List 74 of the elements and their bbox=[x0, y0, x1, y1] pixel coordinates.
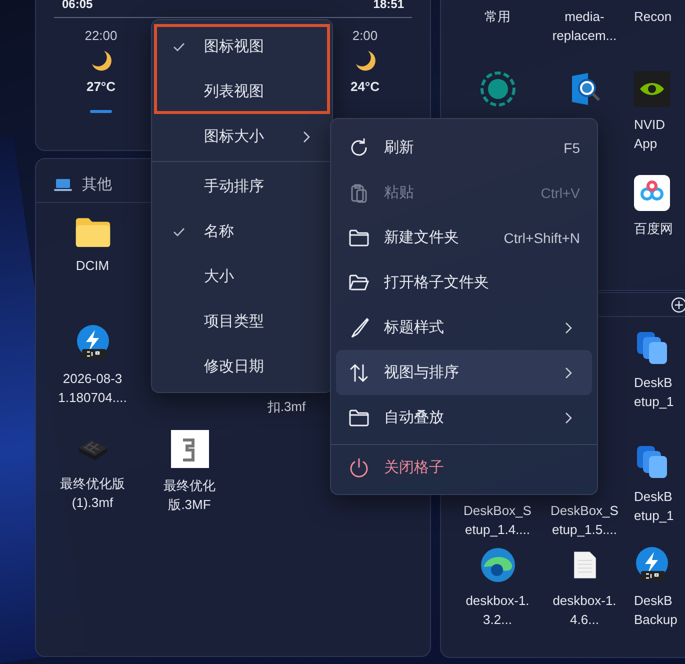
menu-item[interactable]: 打开格子文件夹 bbox=[336, 260, 592, 305]
item-label: 2026-08-3 bbox=[62, 370, 122, 388]
item-label: DeskBox_S bbox=[550, 502, 618, 520]
menu-item[interactable]: 关闭格子 bbox=[331, 444, 597, 490]
menu-item[interactable]: 视图与排序 bbox=[336, 350, 592, 395]
item-label: deskbox-1. bbox=[552, 592, 616, 610]
hour-time: 22:00 bbox=[84, 28, 118, 43]
check-icon bbox=[173, 42, 185, 52]
check-icon bbox=[173, 226, 185, 236]
moon-icon bbox=[353, 49, 377, 73]
menu-item[interactable]: 刷新 F5 bbox=[336, 125, 592, 170]
item-label: NVID bbox=[634, 116, 666, 134]
menu-item[interactable]: 自动叠放 bbox=[336, 395, 592, 440]
shortcut-text: Ctrl+Shift+N bbox=[504, 230, 580, 246]
menu-item[interactable]: 修改日期 bbox=[154, 344, 330, 389]
hour-temperature: 27°C bbox=[86, 79, 116, 94]
menu-item[interactable]: 手动排序 bbox=[154, 164, 330, 209]
item-label: etup_1.5.... bbox=[552, 521, 618, 539]
item-label: deskbox-1. bbox=[466, 592, 530, 610]
stacked-cards-icon[interactable] bbox=[634, 329, 670, 365]
dotted-circle-icon[interactable] bbox=[480, 71, 516, 107]
moon-icon bbox=[89, 49, 113, 73]
item-label: 常用 bbox=[484, 8, 510, 26]
item-label: 百度网 bbox=[634, 220, 673, 238]
sort-icon bbox=[348, 362, 370, 384]
cloud-icon[interactable] bbox=[634, 175, 670, 211]
chevron-icon bbox=[564, 412, 572, 424]
item-label: 1.180704.... bbox=[58, 389, 127, 407]
folder-icon[interactable] bbox=[74, 217, 110, 248]
power-icon bbox=[348, 456, 370, 478]
item-label: 3.2... bbox=[483, 611, 512, 629]
chevron-icon bbox=[564, 366, 572, 378]
hour-temperature: 24°C bbox=[350, 79, 380, 94]
menu-item[interactable]: 大小 bbox=[154, 254, 330, 299]
item-label: replacem... bbox=[552, 27, 617, 45]
menu-item[interactable]: 新建文件夹 Ctrl+Shift+N bbox=[336, 215, 592, 260]
menu-item[interactable]: 名称 bbox=[154, 209, 330, 254]
item-label: (1).3mf bbox=[72, 494, 114, 512]
hour-time: 2:00 bbox=[352, 28, 378, 43]
item-label: 4.6... bbox=[570, 611, 599, 629]
zip-file-icon[interactable] bbox=[74, 325, 110, 361]
item-label: DeskBox_S bbox=[464, 502, 532, 520]
box-tab[interactable]: 其他 bbox=[44, 167, 122, 202]
item-label: etup_1.4.... bbox=[464, 521, 530, 539]
menu-item[interactable]: 图标视图 bbox=[154, 24, 330, 69]
laptop-icon bbox=[54, 178, 72, 192]
menu-item[interactable]: 列表视图 bbox=[154, 69, 330, 114]
stacked-cards-icon[interactable] bbox=[634, 443, 670, 479]
item-label: 最终优化版 bbox=[60, 475, 125, 493]
menu-item[interactable]: 项目类型 bbox=[154, 299, 330, 344]
shortcut-text: Ctrl+V bbox=[540, 184, 580, 200]
item-label: etup_1 bbox=[634, 393, 674, 411]
item-label: DeskB bbox=[634, 374, 672, 392]
menu-item[interactable]: 标题样式 bbox=[336, 305, 592, 350]
chevron-icon bbox=[302, 130, 310, 142]
item-label: Backup bbox=[634, 611, 678, 629]
item-label: App bbox=[634, 135, 658, 153]
item-label: media- bbox=[564, 8, 604, 26]
chevron-icon bbox=[564, 322, 572, 334]
add-icon[interactable] bbox=[671, 296, 685, 312]
item-label: 版.3MF bbox=[168, 496, 211, 514]
item-label: DeskB bbox=[634, 488, 672, 506]
item-label: 最终优化 bbox=[164, 477, 216, 495]
item-label: DCIM bbox=[76, 257, 110, 275]
zip-file-icon[interactable] bbox=[634, 547, 670, 583]
menu-item[interactable]: 图标大小 bbox=[154, 114, 330, 159]
eye-icon[interactable] bbox=[634, 71, 670, 107]
item-label: DeskB bbox=[634, 592, 672, 610]
shortcut-text: F5 bbox=[564, 140, 580, 156]
item-label: Recon bbox=[634, 8, 672, 26]
item-label: etup_1 bbox=[634, 507, 674, 525]
item-label: 扣.3mf bbox=[267, 398, 306, 416]
thumbnail-image[interactable] bbox=[170, 430, 208, 468]
swirl-icon[interactable] bbox=[480, 547, 516, 583]
